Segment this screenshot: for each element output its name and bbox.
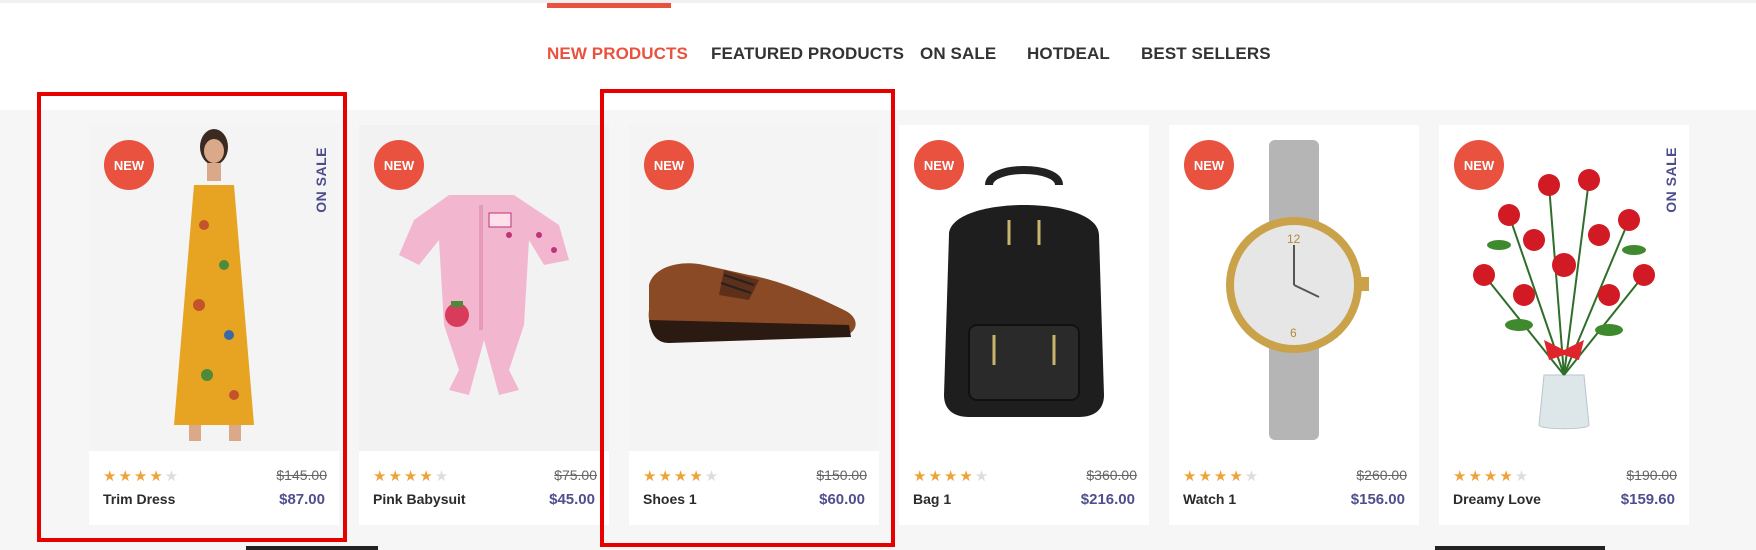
product-tabs: NEW PRODUCTS FEATURED PRODUCTS ON SALE H… xyxy=(0,0,1756,110)
rating-stars: ★★★★★ xyxy=(103,468,181,485)
svg-text:6: 6 xyxy=(1290,326,1297,340)
product-card-shoes-1[interactable]: NEW ★★★★★ $150.00 Shoes 1 $60.00 xyxy=(629,125,879,525)
old-price: $260.00 xyxy=(1356,467,1407,483)
product-card-bag-1[interactable]: NEW ★★★★★ $360.00 Bag 1 $216.00 xyxy=(899,125,1149,525)
product-name[interactable]: Bag 1 xyxy=(913,491,951,507)
product-image-trim-dress[interactable]: NEW ON SALE xyxy=(89,125,339,451)
rating-stars: ★★★★★ xyxy=(643,468,721,485)
tab-on-sale[interactable]: ON SALE xyxy=(920,44,996,64)
new-badge: NEW xyxy=(914,140,964,190)
old-price: $360.00 xyxy=(1086,467,1137,483)
new-badge: NEW xyxy=(374,140,424,190)
product-image-dreamy-love[interactable]: NEW ON SALE xyxy=(1439,125,1689,451)
product-card-watch-1[interactable]: 12 6 NEW ★★★★★ $260.00 Watch 1 $156.00 xyxy=(1169,125,1419,525)
on-sale-label: ON SALE xyxy=(313,147,329,213)
next-row-edge xyxy=(246,546,378,550)
product-image-bag-1[interactable]: NEW xyxy=(899,125,1149,451)
new-badge: NEW xyxy=(1454,140,1504,190)
active-tab-indicator xyxy=(547,3,671,8)
rating-stars: ★★★★★ xyxy=(913,468,991,485)
product-name[interactable]: Shoes 1 xyxy=(643,491,697,507)
product-card-dreamy-love[interactable]: NEW ON SALE ★★★★★ $190.00 Dreamy Love $1… xyxy=(1439,125,1689,525)
tab-featured-products[interactable]: FEATURED PRODUCTS xyxy=(711,44,904,64)
product-name[interactable]: Pink Babysuit xyxy=(373,491,466,507)
product-price: $156.00 xyxy=(1350,491,1405,508)
product-price: $45.00 xyxy=(549,491,595,508)
product-image-pink-babysuit[interactable]: NEW xyxy=(359,125,609,451)
old-price: $75.00 xyxy=(554,467,597,483)
product-price: $60.00 xyxy=(819,491,865,508)
rating-stars: ★★★★★ xyxy=(1183,468,1261,485)
new-badge: NEW xyxy=(1184,140,1234,190)
next-row-edge xyxy=(1435,546,1605,550)
old-price: $190.00 xyxy=(1626,467,1677,483)
product-card-trim-dress[interactable]: NEW ON SALE ★★★★★ $145.00 Trim Dress $87… xyxy=(89,125,339,525)
rating-stars: ★★★★★ xyxy=(1453,468,1531,485)
product-image-shoes-1[interactable]: NEW xyxy=(629,125,879,451)
svg-text:12: 12 xyxy=(1287,232,1301,246)
tab-new-products[interactable]: NEW PRODUCTS xyxy=(547,44,688,64)
tab-best-sellers[interactable]: BEST SELLERS xyxy=(1141,44,1271,64)
product-price: $216.00 xyxy=(1080,491,1135,508)
product-image-watch-1[interactable]: 12 6 NEW xyxy=(1169,125,1419,451)
on-sale-label: ON SALE xyxy=(1663,147,1679,213)
product-name[interactable]: Dreamy Love xyxy=(1453,491,1541,507)
product-name[interactable]: Watch 1 xyxy=(1183,491,1236,507)
new-badge: NEW xyxy=(104,140,154,190)
product-card-pink-babysuit[interactable]: NEW ★★★★★ $75.00 Pink Babysuit $45.00 xyxy=(359,125,609,525)
new-badge: NEW xyxy=(644,140,694,190)
old-price: $150.00 xyxy=(816,467,867,483)
product-name[interactable]: Trim Dress xyxy=(103,491,175,507)
product-price: $87.00 xyxy=(279,491,325,508)
old-price: $145.00 xyxy=(276,467,327,483)
rating-stars: ★★★★★ xyxy=(373,468,451,485)
tab-hotdeal[interactable]: HOTDEAL xyxy=(1027,44,1110,64)
product-price: $159.60 xyxy=(1620,491,1675,508)
